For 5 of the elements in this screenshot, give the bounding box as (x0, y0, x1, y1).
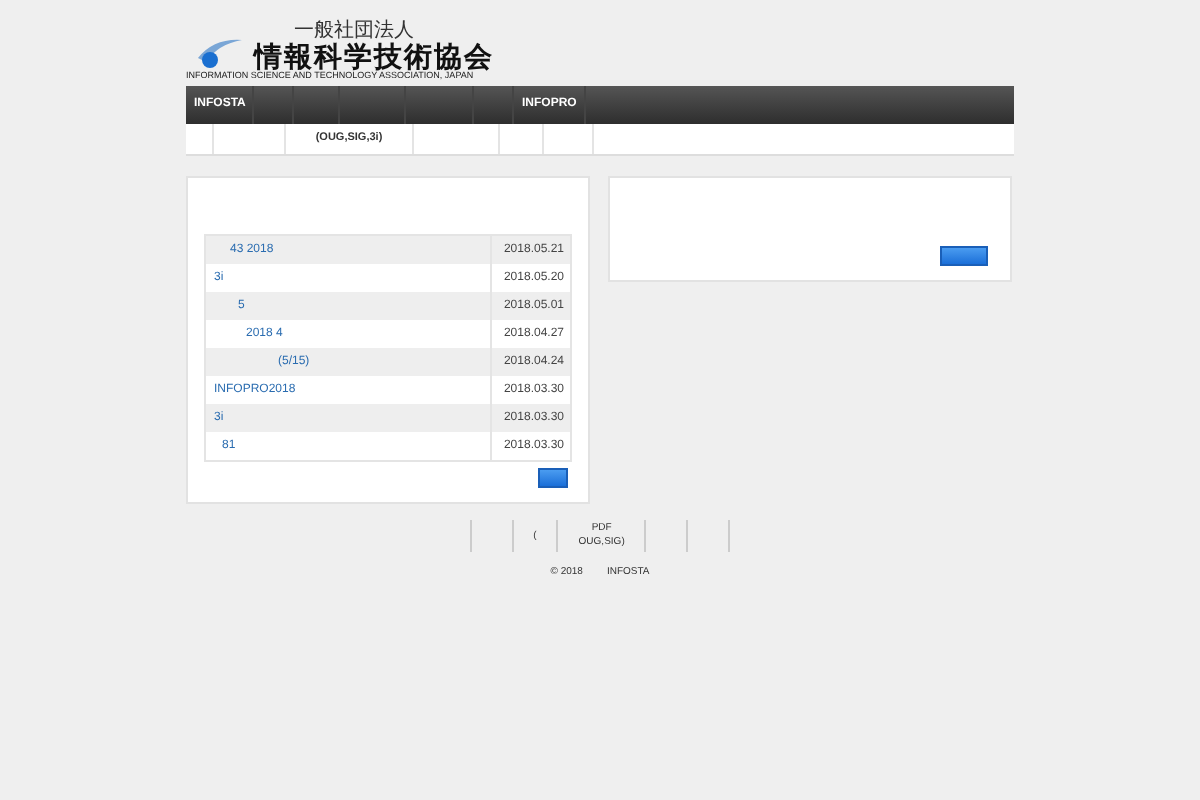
org-name: 情報科学技術協会 (254, 42, 494, 70)
logo-icon (194, 34, 246, 70)
more-button[interactable] (538, 468, 568, 488)
org-type: 一般社団法人 (292, 22, 416, 42)
more-button[interactable] (940, 246, 988, 266)
